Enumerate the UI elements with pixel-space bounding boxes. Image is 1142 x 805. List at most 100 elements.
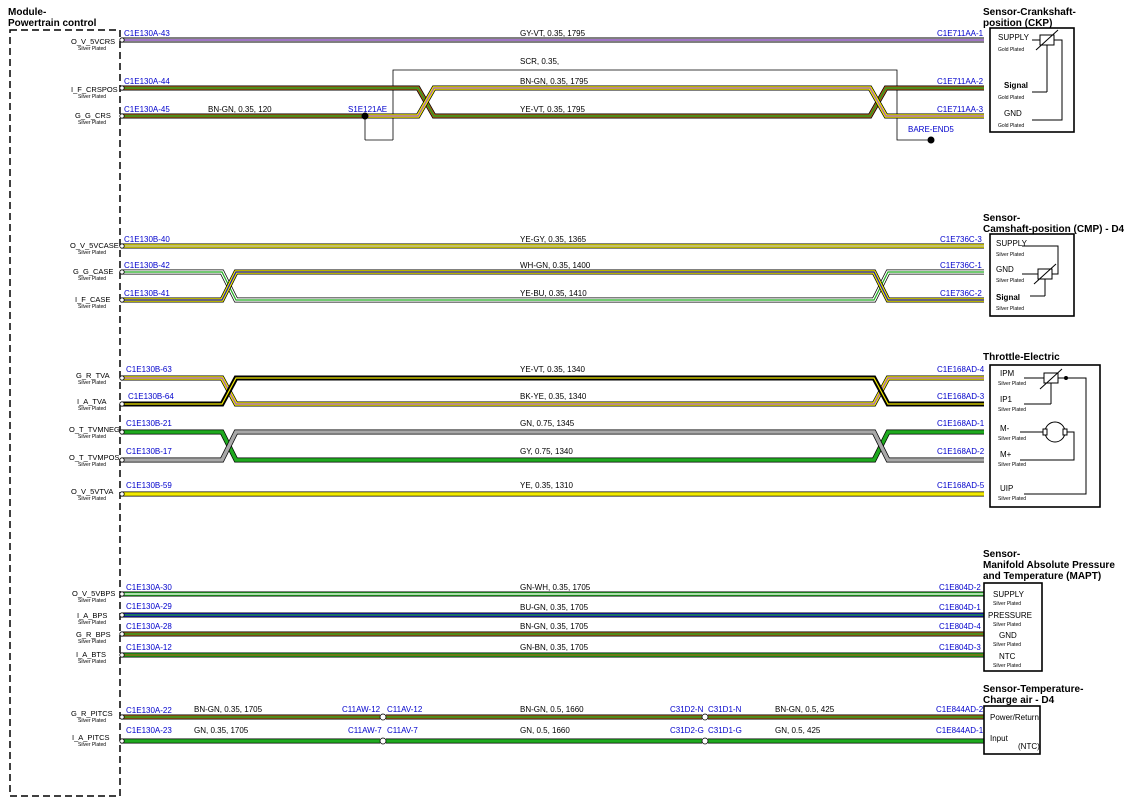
left-connector-label: C1E130A-22 <box>126 706 172 715</box>
right-connector-label: C1E168AD-4 <box>937 365 985 374</box>
plating-label: Silver Plated <box>998 407 1026 413</box>
throttle-pin-ip1: IP1 <box>1000 395 1013 404</box>
pin-label: O_T_TVMPOS <box>69 453 119 462</box>
plating-label: Silver Plated <box>78 276 106 282</box>
pin-terminal-icon <box>119 243 125 249</box>
left-connector-label: C1E130A-12 <box>126 643 172 652</box>
wire-spec-label: YE-VT, 0.35, 1340 <box>520 365 585 374</box>
pin-label: I_A_TVA <box>77 397 106 406</box>
wire-o-v-5vcrs: O_V_5VCRS Silver Plated C1E130A-43 GY-VT… <box>71 29 984 52</box>
inline1-right-label: C11AV-12 <box>387 705 423 714</box>
right-connector-label: C1E168AD-5 <box>937 481 985 490</box>
right-connector-label: C1E711AA-2 <box>937 77 984 86</box>
shield-screen: SCR, 0.35, BARE-END5 <box>364 57 954 144</box>
left-connector-label: C1E130B-59 <box>126 481 172 490</box>
bare-end-dot <box>927 136 935 144</box>
right-connector-label: C1E804D-2 <box>939 583 981 592</box>
right-connector-label: C1E736C-1 <box>940 261 982 270</box>
wire-spec-label: GN, 0.75, 1345 <box>520 419 575 428</box>
component-charge-air-temp: Sensor-Temperature- Charge air - D4 Powe… <box>983 684 1083 755</box>
pin-label: O_V_5VCASE <box>70 241 119 250</box>
right-connector-label: C1E804D-4 <box>939 622 981 631</box>
wire-g-g-crs: G_G_CRS Silver Plated C1E130A-45 BN-GN, … <box>75 85 984 126</box>
left-connector-label: C1E130B-63 <box>126 365 172 374</box>
pin-label: O_T_TVMNEG <box>69 425 120 434</box>
pin-terminal-icon <box>119 652 125 658</box>
pin-terminal-icon <box>119 612 125 618</box>
plating-label: Gold Plated <box>998 95 1024 101</box>
pin-terminal-icon <box>119 738 125 744</box>
ckp-box <box>989 27 1075 133</box>
ckp-title-line1: Sensor-Crankshaft- <box>983 7 1076 18</box>
plating-label: Silver Plated <box>78 46 106 52</box>
right-connector-label: C1E168AD-3 <box>937 392 985 401</box>
plating-label: Silver Plated <box>78 380 106 386</box>
ckp-pin-gnd: GND <box>1004 109 1022 118</box>
left-connector-label: C1E130A-29 <box>126 602 172 611</box>
plating-label: Silver Plated <box>78 496 106 502</box>
left-connector-label: C1E130B-41 <box>124 289 170 298</box>
mapt-title-line2: Manifold Absolute Pressure <box>983 560 1115 571</box>
plating-label: Silver Plated <box>78 250 106 256</box>
inline2-right-label: C31D1-N <box>708 705 742 714</box>
pin-terminal-icon <box>119 714 125 720</box>
wire-g-r-bps: G_R_BPS Silver Plated C1E130A-28 BN-GN, … <box>76 622 984 645</box>
pin-label: G_R_PITCS <box>71 709 113 718</box>
wire-o-t-tvmpos: O_T_TVMPOS Silver Plated C1E130B-17 GY, … <box>69 429 985 468</box>
left-connector-label: C1E130B-40 <box>124 235 170 244</box>
plating-label: Silver Plated <box>78 120 106 126</box>
pin-label: I_A_BTS <box>76 650 106 659</box>
plating-label: Silver Plated <box>993 622 1021 628</box>
pin-label: I_A_BPS <box>77 611 107 620</box>
wire-spec-label: GN-WH, 0.35, 1705 <box>520 583 591 592</box>
component-mapt: Sensor- Manifold Absolute Pressure and T… <box>983 549 1115 672</box>
wire-spec-label: BN-GN, 0.35, 1795 <box>520 77 589 86</box>
splice-label: S1E121AE <box>348 105 387 114</box>
mapt-pin-ntc: NTC <box>999 652 1016 661</box>
inline1-right-label: C11AV-7 <box>387 726 418 735</box>
right-connector-label: C1E844AD-1 <box>936 726 984 735</box>
left-connector-label: C1E130A-43 <box>124 29 170 38</box>
inline1-left-label: C11AW-7 <box>348 726 382 735</box>
wire-spec-left-label: BN-GN, 0.35, 120 <box>208 105 272 114</box>
wire-tracer-color <box>365 87 984 117</box>
pin-terminal-icon <box>119 37 125 43</box>
wire-g-r-pitcs: G_R_PITCS Silver Plated C1E130A-22 BN-GN… <box>71 705 984 724</box>
plating-label: Silver Plated <box>998 381 1026 387</box>
wire-spec-label: YE-GY, 0.35, 1365 <box>520 235 587 244</box>
ckp-pin-signal: Signal <box>1004 81 1028 90</box>
wire-spec-label: YE-VT, 0.35, 1795 <box>520 105 585 114</box>
cmp-title-line1: Sensor- <box>983 213 1020 224</box>
wiring-diagram: Module- Powertrain control SCR, 0.35, BA… <box>8 7 1125 797</box>
wire-spec-label: GN-BN, 0.35, 1705 <box>520 643 589 652</box>
pin-terminal-icon <box>119 591 125 597</box>
mapt-pin-pressure: PRESSURE <box>988 611 1032 620</box>
left-connector-label: C1E130A-44 <box>124 77 170 86</box>
left-connector-label: C1E130B-21 <box>126 419 172 428</box>
pin-terminal-icon <box>119 429 125 435</box>
left-connector-label: C1E130B-42 <box>124 261 170 270</box>
inline2-left-label: C31D2-N <box>670 705 704 714</box>
plating-label: Silver Plated <box>996 252 1024 258</box>
cmp-pin-gnd: GND <box>996 265 1014 274</box>
plating-label: Silver Plated <box>78 659 106 665</box>
pin-terminal-icon <box>119 491 125 497</box>
ckp-pin-supply: SUPPLY <box>998 33 1030 42</box>
charge-air-pin-power-return: Power/Return <box>990 713 1039 722</box>
pin-terminal-icon <box>119 297 125 303</box>
mapt-pin-supply: SUPPLY <box>993 590 1025 599</box>
pin-label: I_A_PITCS <box>72 733 110 742</box>
right-connector-label: C1E168AD-1 <box>937 419 985 428</box>
left-connector-label: C1E130A-45 <box>124 105 170 114</box>
wire-i-a-bts: I_A_BTS Silver Plated C1E130A-12 GN-BN, … <box>76 643 984 665</box>
right-connector-label: C1E736C-2 <box>940 289 982 298</box>
mapt-title-line3: and Temperature (MAPT) <box>983 571 1101 582</box>
plating-label: Silver Plated <box>993 663 1021 669</box>
cmp-title-line2: Camshaft-position (CMP) - D4 <box>983 224 1125 235</box>
plating-label: Silver Plated <box>78 742 106 748</box>
charge-air-pin-input: Input <box>990 734 1009 743</box>
wire-o-v-5vtva: O_V_5VTVA Silver Plated C1E130B-59 YE, 0… <box>71 481 985 502</box>
plating-label: Silver Plated <box>78 620 106 626</box>
wire-spec-a-label: BN-GN, 0.35, 1705 <box>194 705 263 714</box>
mapt-title-line1: Sensor- <box>983 549 1020 560</box>
